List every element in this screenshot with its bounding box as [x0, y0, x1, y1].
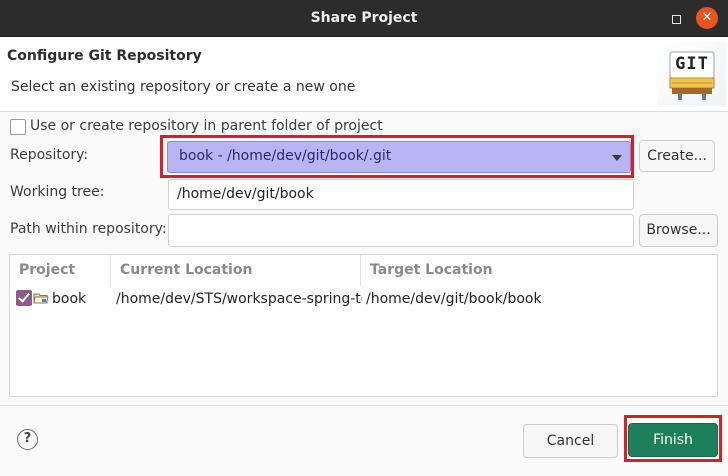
column-header-target-location[interactable]: Target Location	[361, 255, 717, 286]
repository-label: Repository:	[10, 147, 89, 163]
window-title: Share Project	[310, 10, 418, 26]
page-subtitle: Select an existing repository or create …	[11, 79, 356, 95]
help-icon[interactable]: ?	[17, 429, 38, 450]
create-button[interactable]: Create...	[639, 140, 715, 172]
parent-folder-label: Use or create repository in parent folde…	[30, 118, 383, 134]
parent-folder-checkbox[interactable]	[10, 119, 26, 135]
repository-select[interactable]: book - /home/dev/git/book/.git	[167, 141, 631, 173]
path-within-field[interactable]	[168, 214, 634, 247]
working-tree-field[interactable]: /home/dev/git/book	[168, 179, 634, 210]
table-row[interactable]: book /home/dev/STS/workspace-spring-to /…	[10, 286, 717, 312]
row-current-location: /home/dev/STS/workspace-spring-to	[116, 291, 362, 307]
cancel-button[interactable]: Cancel	[523, 424, 618, 458]
footer-divider	[0, 405, 728, 406]
minimize-icon[interactable]	[667, 9, 685, 27]
chevron-down-icon	[612, 155, 622, 161]
row-project: book	[52, 291, 87, 307]
projects-table[interactable]: Project Current Location Target Location…	[9, 254, 718, 397]
folder-icon	[33, 291, 49, 305]
git-logo: GIT	[658, 42, 726, 106]
column-header-project[interactable]: Project	[10, 255, 111, 286]
browse-button[interactable]: Browse...	[639, 214, 718, 247]
finish-button[interactable]: Finish	[628, 423, 718, 457]
working-tree-label: Working tree:	[10, 184, 105, 200]
header-banner: Configure Git Repository Select an exist…	[0, 38, 728, 112]
path-within-label: Path within repository:	[10, 221, 167, 237]
close-icon[interactable]: ✕	[696, 7, 718, 29]
row-checkbox[interactable]	[16, 290, 32, 306]
title-bar: Share Project	[0, 0, 728, 37]
column-header-current-location[interactable]: Current Location	[111, 255, 361, 286]
repository-select-value: book - /home/dev/git/book/.git	[179, 148, 392, 164]
git-logo-text: GIT	[675, 54, 709, 74]
row-target-location: /home/dev/git/book/book	[366, 291, 542, 307]
page-title: Configure Git Repository	[7, 48, 202, 64]
